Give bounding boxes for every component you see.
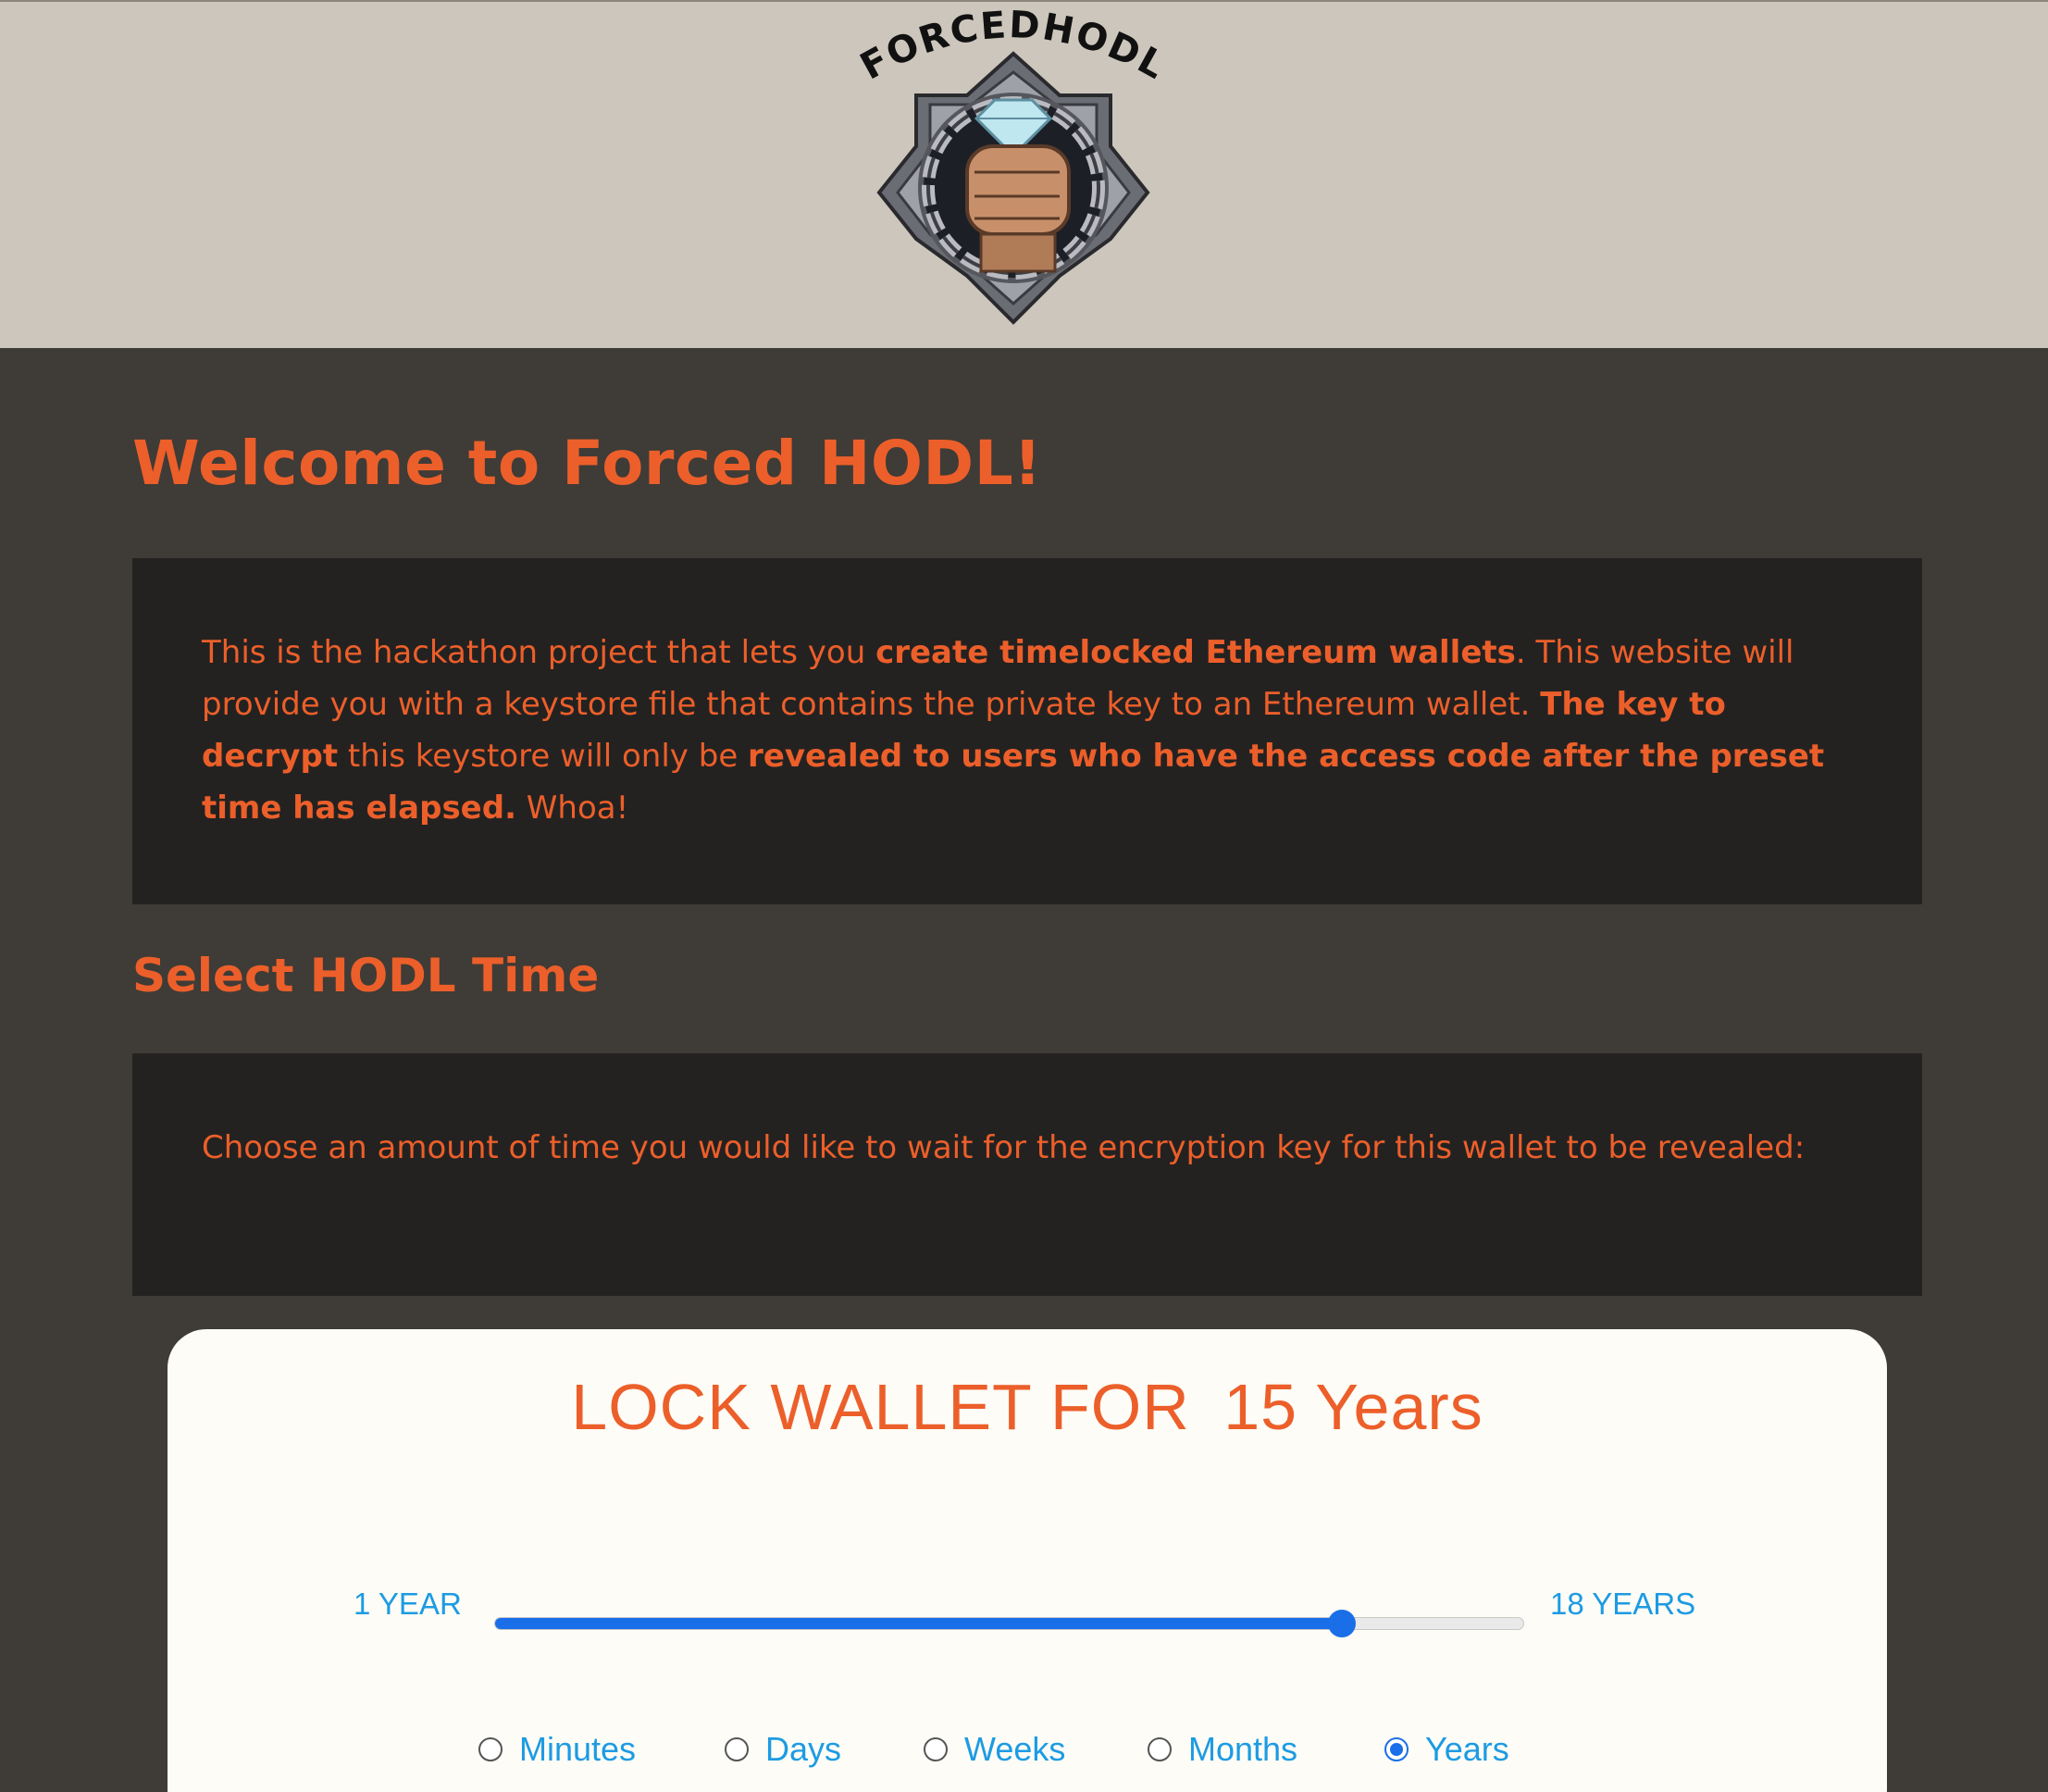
choose-panel: Choose an amount of time you would like …	[132, 1053, 1922, 1296]
intro-text: This is the hackathon project that lets …	[202, 634, 1825, 827]
section-title: Select HODL Time	[132, 949, 600, 1002]
unit-label: Minutes	[519, 1730, 637, 1768]
site-header: FORCEDHODL	[0, 0, 2048, 348]
unit-label: Days	[765, 1730, 842, 1768]
lock-heading-prefix: LOCK WALLET FOR	[571, 1371, 1190, 1443]
slider-fill	[495, 1618, 1342, 1629]
unit-option-years[interactable]: Years	[1384, 1730, 1509, 1769]
radio-button[interactable]	[1384, 1737, 1409, 1761]
page-title: Welcome to Forced HODL!	[132, 428, 1042, 499]
unit-option-months[interactable]: Months	[1148, 1730, 1297, 1769]
lock-card: LOCK WALLET FOR 15 Years 1 YEAR 18 YEARS…	[168, 1329, 1887, 1792]
radio-button[interactable]	[725, 1737, 749, 1761]
unit-label: Months	[1188, 1730, 1298, 1768]
forcedhodl-logo[interactable]: FORCEDHODL	[828, 7, 1198, 331]
slider-min-label: 1 YEAR	[354, 1587, 462, 1621]
unit-label: Years	[1425, 1730, 1509, 1768]
radio-button[interactable]	[1148, 1737, 1172, 1761]
radio-button[interactable]	[478, 1737, 503, 1761]
lock-heading-value: 15 Years	[1223, 1371, 1483, 1443]
slider-thumb[interactable]	[1327, 1610, 1356, 1637]
slider-max-label: 18 YEARS	[1550, 1587, 1696, 1621]
intro-panel: This is the hackathon project that lets …	[132, 558, 1922, 904]
duration-slider[interactable]	[494, 1610, 1524, 1637]
choose-text: Choose an amount of time you would like …	[202, 1129, 1806, 1166]
unit-option-days[interactable]: Days	[725, 1730, 841, 1769]
unit-option-weeks[interactable]: Weeks	[924, 1730, 1065, 1769]
radio-button[interactable]	[924, 1737, 948, 1761]
logo-graphic: FORCEDHODL	[853, 7, 1172, 325]
unit-option-minutes[interactable]: Minutes	[478, 1730, 636, 1769]
lock-heading: LOCK WALLET FOR 15 Years	[168, 1370, 1887, 1444]
unit-radio-group: Minutes Days Weeks Months Years	[168, 1730, 1887, 1786]
unit-label: Weeks	[964, 1730, 1066, 1768]
